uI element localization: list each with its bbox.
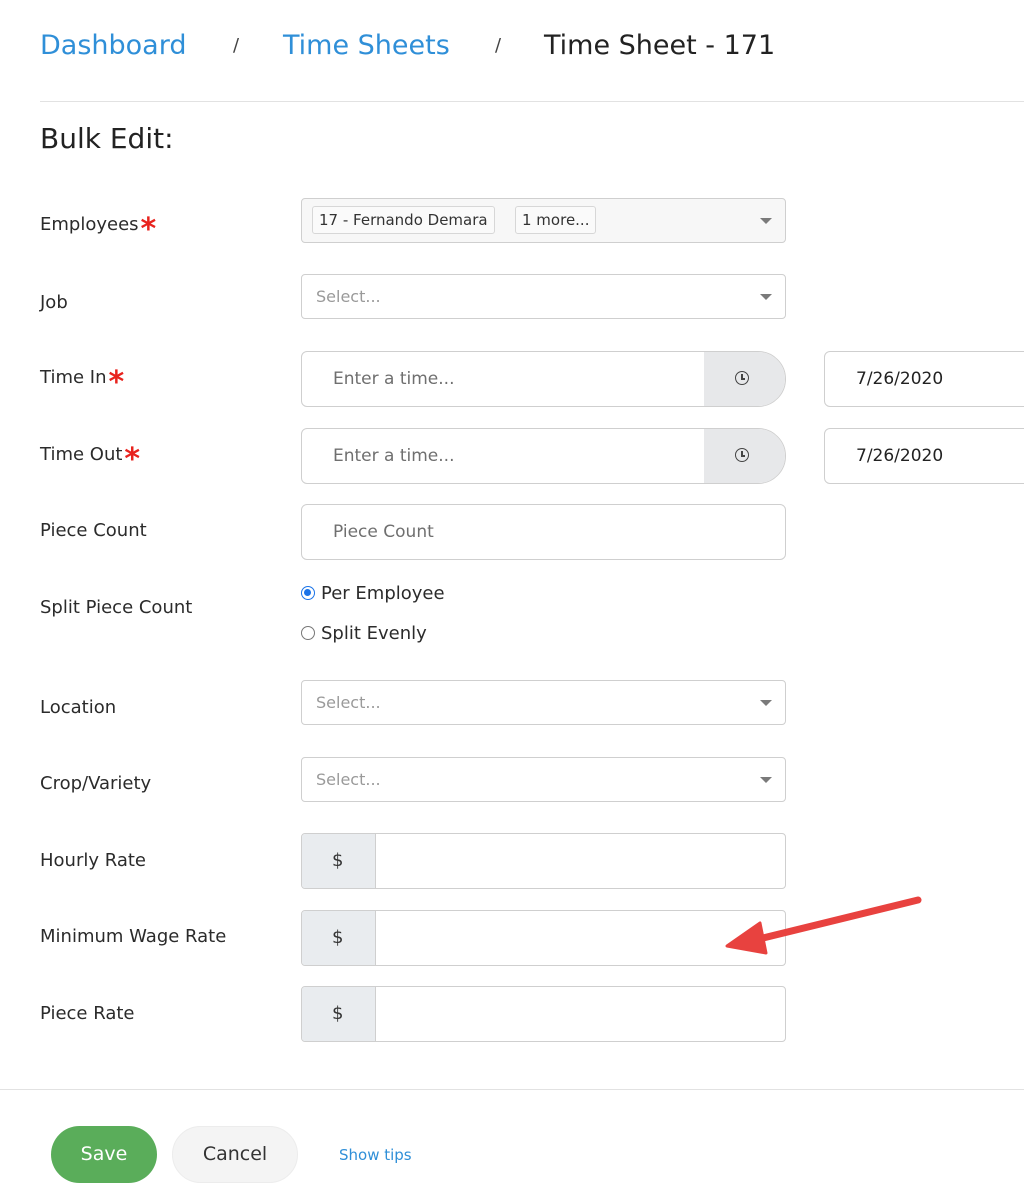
crop-variety-placeholder: Select... <box>316 770 381 789</box>
time-out-placeholder: Enter a time... <box>333 446 455 466</box>
job-label: Job <box>40 292 68 313</box>
time-out-clock-button[interactable] <box>704 429 785 483</box>
currency-addon: $ <box>302 834 376 888</box>
breadcrumb-separator: / <box>495 35 502 56</box>
clock-icon <box>735 371 749 385</box>
save-button[interactable]: Save <box>51 1126 157 1183</box>
location-placeholder: Select... <box>316 693 381 712</box>
header-divider <box>40 101 1024 102</box>
crop-variety-label: Crop/Variety <box>40 773 152 794</box>
currency-addon: $ <box>302 987 376 1041</box>
employees-multiselect[interactable]: 17 - Fernando Demara 1 more... <box>301 198 786 243</box>
piece-count-label: Piece Count <box>40 520 147 541</box>
piece-rate-label: Piece Rate <box>40 1003 135 1024</box>
time-out-label: Time Out* <box>40 442 141 477</box>
minimum-wage-rate-label: Minimum Wage Rate <box>40 926 227 947</box>
time-out-date-value: 7/26/2020 <box>856 446 944 466</box>
time-out-date-input[interactable]: 7/26/2020 <box>824 428 1024 484</box>
piece-count-placeholder: Piece Count <box>333 522 434 542</box>
time-in-placeholder: Enter a time... <box>333 369 455 389</box>
hourly-rate-label: Hourly Rate <box>40 850 147 871</box>
time-in-label: Time In* <box>40 365 125 400</box>
time-in-clock-button[interactable] <box>704 352 785 406</box>
job-select[interactable]: Select... <box>301 274 786 319</box>
radio-per-employee-label: Per Employee <box>321 583 445 604</box>
time-in-date-value: 7/26/2020 <box>856 369 944 389</box>
chevron-down-icon[interactable] <box>760 218 772 224</box>
currency-addon: $ <box>302 911 376 965</box>
cancel-button[interactable]: Cancel <box>172 1126 298 1183</box>
employees-label: Employees* <box>40 212 157 247</box>
clock-icon <box>735 448 749 462</box>
piece-count-input[interactable]: Piece Count <box>301 504 786 560</box>
breadcrumb-timesheets-link[interactable]: Time Sheets <box>283 28 450 64</box>
time-in-input[interactable]: Enter a time... <box>301 351 786 407</box>
split-piece-count-label: Split Piece Count <box>40 597 193 618</box>
chevron-down-icon[interactable] <box>760 700 772 706</box>
page-title: Bulk Edit: <box>40 122 174 155</box>
breadcrumb-dashboard-link[interactable]: Dashboard <box>40 28 186 64</box>
time-out-input[interactable]: Enter a time... <box>301 428 786 484</box>
job-placeholder: Select... <box>316 287 381 306</box>
currency-symbol: $ <box>332 927 344 948</box>
breadcrumb-separator: / <box>233 35 240 56</box>
radio-split-evenly-label: Split Evenly <box>321 623 427 644</box>
breadcrumb-current: Time Sheet - 171 <box>544 30 776 61</box>
hourly-rate-input[interactable]: $ <box>301 833 786 889</box>
minimum-wage-rate-input[interactable]: $ <box>301 910 786 966</box>
location-select[interactable]: Select... <box>301 680 786 725</box>
chevron-down-icon[interactable] <box>760 777 772 783</box>
time-in-date-input[interactable]: 7/26/2020 <box>824 351 1024 407</box>
currency-symbol: $ <box>332 850 344 871</box>
employee-chip[interactable]: 17 - Fernando Demara <box>312 206 495 234</box>
required-marker: * <box>124 442 141 477</box>
radio-checked-icon[interactable] <box>301 586 315 600</box>
location-label: Location <box>40 697 117 718</box>
radio-per-employee[interactable]: Per Employee <box>301 583 445 604</box>
show-tips-link[interactable]: Show tips <box>339 1146 412 1164</box>
radio-split-evenly[interactable]: Split Evenly <box>301 623 427 644</box>
currency-symbol: $ <box>332 1003 344 1024</box>
radio-unchecked-icon[interactable] <box>301 626 315 640</box>
chevron-down-icon[interactable] <box>760 294 772 300</box>
piece-rate-input[interactable]: $ <box>301 986 786 1042</box>
required-marker: * <box>108 365 125 400</box>
crop-variety-select[interactable]: Select... <box>301 757 786 802</box>
footer-divider <box>0 1089 1024 1090</box>
more-employees-chip[interactable]: 1 more... <box>515 206 597 234</box>
required-marker: * <box>140 212 157 247</box>
